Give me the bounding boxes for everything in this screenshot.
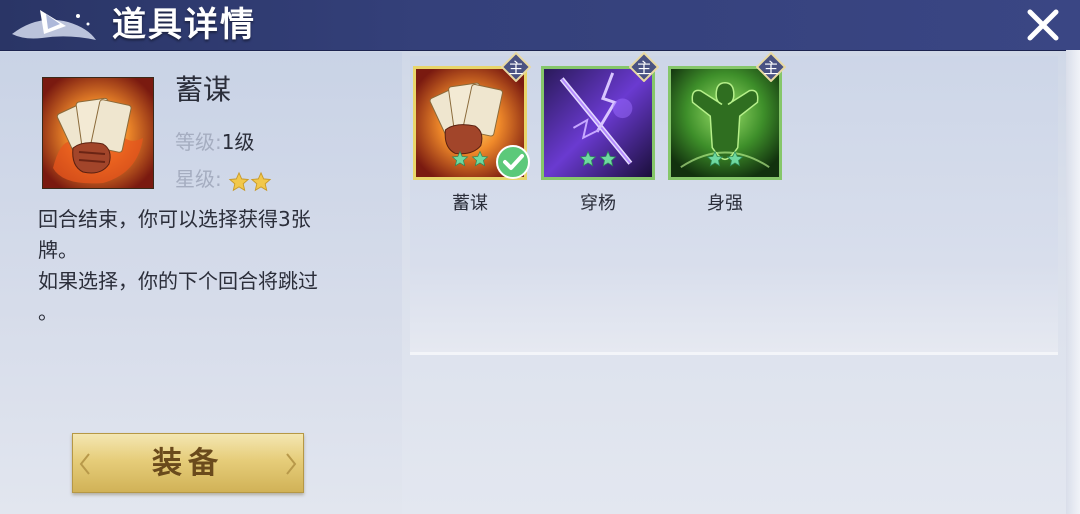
cards-fire-icon	[43, 78, 153, 188]
skill-slot-shenqiang[interactable]: 主	[668, 52, 786, 180]
skill-slot-chuanyang[interactable]: 主	[541, 52, 659, 180]
page-title: 道具详情	[112, 5, 256, 45]
check-icon	[496, 145, 530, 179]
star-icon	[579, 150, 597, 167]
star-icon	[706, 150, 724, 167]
frame-edge	[1066, 50, 1080, 514]
skill-name: 穿杨	[580, 193, 616, 214]
star-rating	[228, 168, 272, 193]
skill-name: 身强	[707, 193, 743, 214]
star-row: 星级:	[175, 163, 272, 193]
level-row: 等级:1级	[175, 126, 254, 155]
star-icon	[726, 150, 744, 167]
star-label: 星级:	[175, 167, 222, 191]
star-icon	[471, 150, 489, 167]
item-icon	[42, 77, 154, 189]
equip-button-label: 装备	[152, 446, 224, 481]
skill-stars	[668, 150, 782, 172]
equip-button[interactable]: 装备	[72, 433, 304, 493]
skill-slot-xumou[interactable]: 主	[413, 52, 531, 180]
main-badge-icon: 主	[629, 52, 659, 82]
title-emblem-icon	[12, 10, 96, 40]
level-label: 等级:	[175, 130, 222, 154]
item-description: 回合结束，你可以选择获得3张 牌。 如果选择，你的下个回合将跳过 。	[38, 204, 388, 328]
description-line: 如果选择，你的下个回合将跳过	[38, 269, 318, 293]
skill-name: 蓄谋	[452, 193, 488, 214]
level-value: 1级	[221, 130, 255, 154]
skill-stars	[541, 150, 655, 172]
star-icon	[599, 150, 617, 167]
description-line: 回合结束，你可以选择获得3张	[38, 207, 311, 231]
star-icon	[250, 171, 272, 191]
description-line: 。	[38, 300, 58, 324]
main-badge-icon: 主	[756, 52, 786, 82]
description-line: 牌。	[38, 238, 78, 262]
star-icon	[451, 150, 469, 167]
title-bar: 道具详情	[0, 0, 1080, 51]
item-name: 蓄谋	[175, 73, 232, 106]
main-badge-icon: 主	[501, 52, 531, 82]
main-badge-text: 主	[508, 59, 523, 77]
main-badge-text: 主	[763, 59, 778, 77]
main-badge-text: 主	[636, 59, 651, 77]
close-icon[interactable]	[1024, 6, 1062, 44]
button-right-deco-icon	[286, 453, 297, 475]
star-icon	[228, 171, 250, 191]
